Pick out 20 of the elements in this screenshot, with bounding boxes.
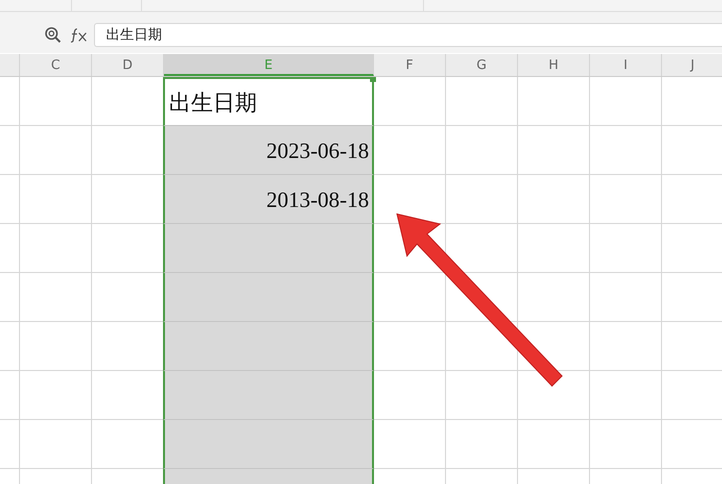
zoom-icon[interactable]	[44, 26, 62, 44]
column-header[interactable]: C	[20, 54, 92, 76]
formula-field[interactable]: 出生日期	[94, 22, 722, 46]
column-header[interactable]: J	[662, 54, 722, 76]
selected-cell[interactable]	[163, 371, 374, 420]
column-header[interactable]: F	[374, 54, 446, 76]
cell-text: 2023-06-18	[266, 136, 369, 164]
selected-cell[interactable]	[163, 273, 374, 322]
table-cell[interactable]: 2023-06-18	[163, 126, 374, 175]
selected-cell[interactable]	[163, 420, 374, 469]
table-cell[interactable]: 2013-08-18	[163, 175, 374, 224]
cell-text: 2013-08-18	[266, 186, 369, 214]
active-cell[interactable]: 出生日期	[163, 77, 374, 126]
fill-handle[interactable]	[370, 77, 376, 82]
selected-cell[interactable]	[163, 322, 374, 371]
cell-text: 出生日期	[169, 88, 257, 116]
column-header[interactable]: I	[590, 54, 662, 76]
column-header[interactable]: G	[446, 54, 518, 76]
column-header[interactable]: H	[518, 54, 590, 76]
selected-cell[interactable]	[163, 224, 374, 273]
